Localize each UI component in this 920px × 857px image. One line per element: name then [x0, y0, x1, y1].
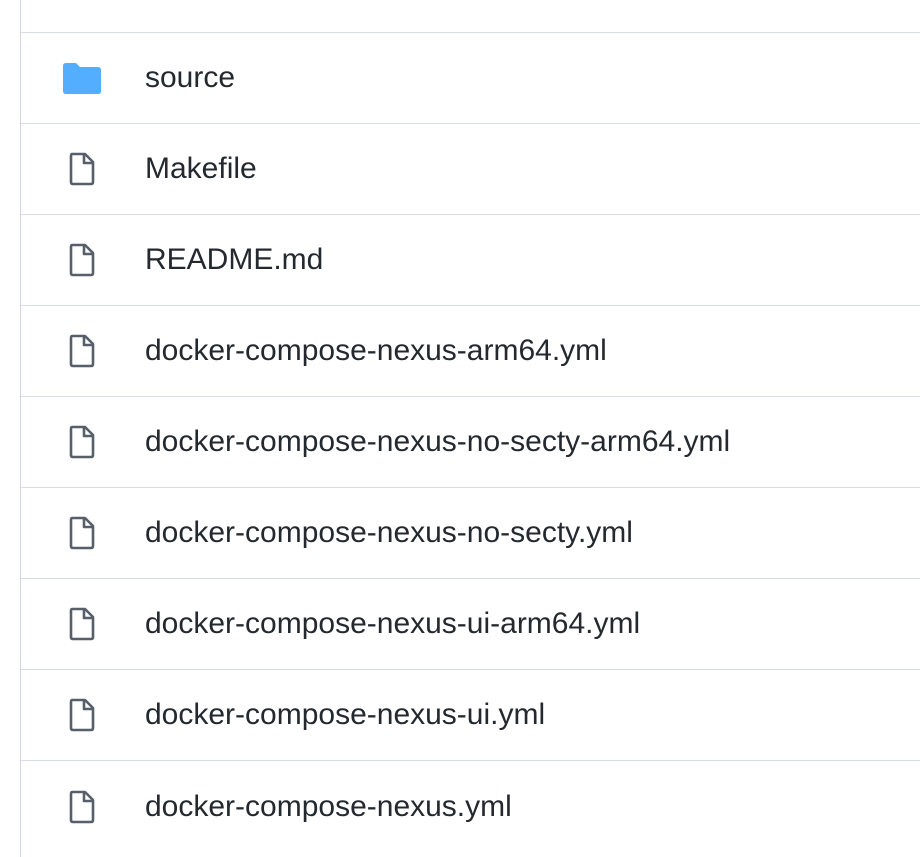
- folder-icon: [61, 57, 103, 99]
- file-list: source Makefile README.md docker-compose…: [20, 0, 920, 857]
- file-name[interactable]: docker-compose-nexus-ui.yml: [145, 698, 545, 732]
- file-name[interactable]: Makefile: [145, 152, 257, 186]
- file-icon: [61, 694, 103, 736]
- file-row-compose-no-secty-arm64[interactable]: docker-compose-nexus-no-secty-arm64.yml: [21, 397, 920, 488]
- file-icon: [61, 239, 103, 281]
- file-row-source[interactable]: source: [21, 33, 920, 124]
- file-name[interactable]: README.md: [145, 243, 323, 277]
- file-icon: [61, 421, 103, 463]
- file-icon: [61, 512, 103, 554]
- file-row-readme[interactable]: README.md: [21, 215, 920, 306]
- file-name[interactable]: docker-compose-nexus.yml: [145, 790, 512, 824]
- file-row-compose-no-secty[interactable]: docker-compose-nexus-no-secty.yml: [21, 488, 920, 579]
- file-row-makefile[interactable]: Makefile: [21, 124, 920, 215]
- file-row-compose-ui-arm64[interactable]: docker-compose-nexus-ui-arm64.yml: [21, 579, 920, 670]
- file-name[interactable]: source: [145, 61, 235, 95]
- file-name[interactable]: docker-compose-nexus-no-secty-arm64.yml: [145, 425, 730, 459]
- file-name[interactable]: docker-compose-nexus-no-secty.yml: [145, 516, 633, 550]
- file-name[interactable]: docker-compose-nexus-arm64.yml: [145, 334, 607, 368]
- file-row-compose[interactable]: docker-compose-nexus.yml: [21, 761, 920, 852]
- list-header-spacer: [21, 0, 920, 33]
- file-icon: [61, 603, 103, 645]
- file-row-compose-ui[interactable]: docker-compose-nexus-ui.yml: [21, 670, 920, 761]
- file-icon: [61, 330, 103, 372]
- file-icon: [61, 148, 103, 190]
- file-row-compose-arm64[interactable]: docker-compose-nexus-arm64.yml: [21, 306, 920, 397]
- file-icon: [61, 786, 103, 828]
- file-name[interactable]: docker-compose-nexus-ui-arm64.yml: [145, 607, 640, 641]
